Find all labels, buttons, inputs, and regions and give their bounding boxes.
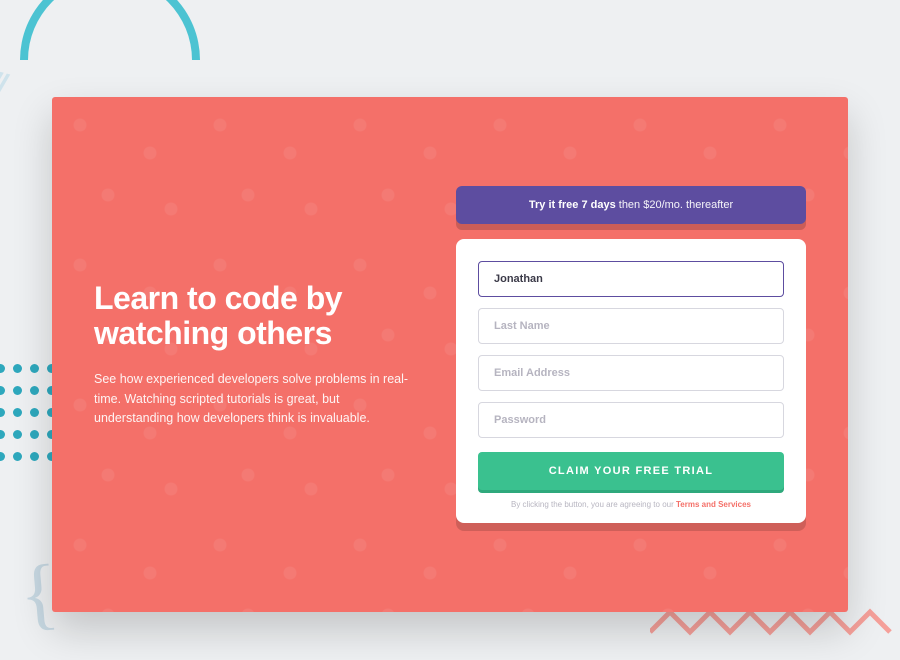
decor-dots bbox=[0, 360, 60, 470]
signup-form: CLAIM YOUR FREE TRIAL By clicking the bu… bbox=[456, 239, 806, 523]
trial-banner-bold: Try it free 7 days bbox=[529, 199, 616, 211]
claim-trial-button[interactable]: CLAIM YOUR FREE TRIAL bbox=[478, 452, 784, 490]
signup-column: Try it free 7 days then $20/mo. thereaft… bbox=[456, 186, 806, 523]
email-field[interactable] bbox=[478, 355, 784, 391]
trial-banner[interactable]: Try it free 7 days then $20/mo. thereaft… bbox=[456, 186, 806, 224]
tos-link[interactable]: Terms and Services bbox=[676, 500, 751, 509]
hero-headline: Learn to code by watching others bbox=[94, 281, 422, 353]
trial-banner-rest: then $20/mo. thereafter bbox=[616, 199, 733, 211]
decor-slashes: /// bbox=[0, 58, 7, 115]
signup-hero-panel: Learn to code by watching others See how… bbox=[52, 97, 848, 612]
tos-prefix: By clicking the button, you are agreeing… bbox=[511, 500, 676, 509]
hero-subtext: See how experienced developers solve pro… bbox=[94, 370, 422, 428]
password-field[interactable] bbox=[478, 402, 784, 438]
tos-note: By clicking the button, you are agreeing… bbox=[478, 500, 784, 509]
hero-copy: Learn to code by watching others See how… bbox=[94, 281, 422, 429]
first-name-field[interactable] bbox=[478, 261, 784, 297]
decor-arch bbox=[20, 0, 200, 60]
last-name-field[interactable] bbox=[478, 308, 784, 344]
